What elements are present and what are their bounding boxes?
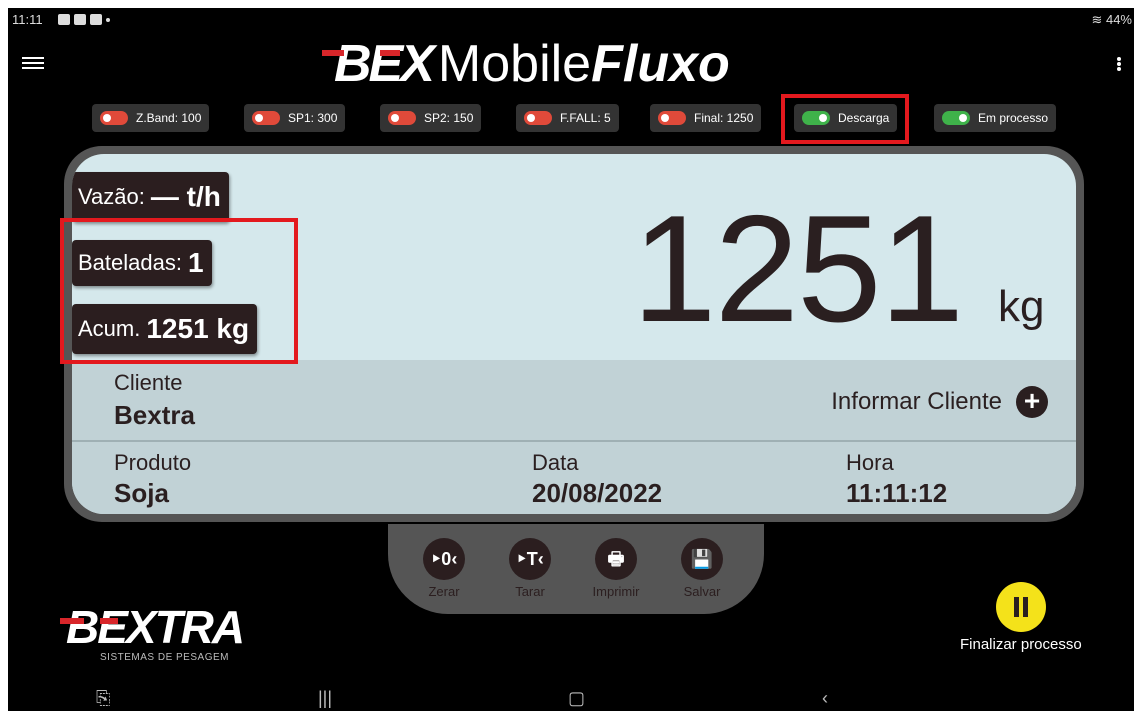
zerar-label: Zerar: [428, 584, 460, 599]
logo-red-bar: [100, 618, 118, 624]
logo-red-bar: [380, 50, 400, 56]
client-label: Cliente: [114, 370, 183, 395]
zero-icon: ‣0‹: [423, 538, 465, 580]
switch-off-icon: [524, 111, 552, 125]
wifi-icon: ≋: [1091, 12, 1106, 27]
toggle-zband[interactable]: Z.Band: 100: [92, 104, 210, 132]
status-toggles: Z.Band: 100 SP1: 300 SP2: 150 F.FALL: 5 …: [92, 104, 1092, 134]
save-icon: 💾: [681, 538, 723, 580]
toggle-label: SP2: 150: [424, 111, 474, 125]
imprimir-label: Imprimir: [592, 584, 640, 599]
app-window: 11:11 ≋ 44% BEX Mobile Fluxo Z.Band: 100…: [8, 8, 1134, 711]
zerar-button[interactable]: ‣0‹ Zerar: [409, 538, 479, 599]
hora-value: 11:11:12: [846, 478, 948, 508]
more-notifications-icon: [106, 18, 110, 22]
switch-off-icon: [388, 111, 416, 125]
video-notification-icon: [90, 14, 102, 25]
toggle-ffall[interactable]: F.FALL: 5: [516, 104, 619, 132]
produto-label: Produto: [114, 450, 192, 475]
tarar-button[interactable]: ‣T‹ Tarar: [495, 538, 565, 599]
recent-apps-icon[interactable]: |||: [318, 688, 332, 709]
informar-cliente-button[interactable]: Informar Cliente +: [831, 386, 1048, 418]
tarar-label: Tarar: [515, 584, 545, 599]
toggle-label: Final: 1250: [694, 111, 754, 125]
home-icon[interactable]: ▢: [568, 688, 585, 709]
bextra-logo-name: BEXTRA: [60, 600, 245, 654]
vazao-pill: Vazão: — t/h: [72, 172, 229, 222]
image-notification-icon: [58, 14, 70, 25]
toggle-em-processo[interactable]: Em processo: [934, 104, 1057, 132]
annotation-highlight-descarga: [781, 94, 909, 144]
hamburger-menu-icon[interactable]: [22, 54, 44, 72]
imprimir-button[interactable]: 🖶 Imprimir: [581, 538, 651, 599]
status-bar: 11:11 ≋ 44%: [8, 8, 1134, 32]
weight-unit: kg: [998, 282, 1045, 331]
client-value: Bextra: [114, 400, 195, 430]
toggle-sp2[interactable]: SP2: 150: [380, 104, 482, 132]
logo-red-bar: [322, 50, 344, 56]
switch-on-icon: [942, 111, 970, 125]
finalizar-processo-label[interactable]: Finalizar processo: [960, 636, 1082, 653]
action-tray: ‣0‹ Zerar ‣T‹ Tarar 🖶 Imprimir 💾 Salvar: [388, 524, 764, 614]
details-row: Produto Soja Data 20/08/2022 Hora 11:11:…: [72, 442, 1076, 514]
informar-cliente-label: Informar Cliente: [831, 388, 1002, 415]
annotation-highlight-stats: [60, 218, 298, 364]
client-row: Cliente Bextra Informar Cliente +: [72, 360, 1076, 442]
pause-icon-bar: [1014, 597, 1019, 617]
pause-icon-bar: [1023, 597, 1028, 617]
more-options-icon[interactable]: [1116, 56, 1122, 76]
bextra-logo: BEXTRA SISTEMAS DE PESAGEM: [60, 600, 245, 663]
toggle-sp1[interactable]: SP1: 300: [244, 104, 346, 132]
printer-icon: 🖶: [595, 538, 637, 580]
salvar-label: Salvar: [683, 584, 721, 599]
switch-off-icon: [100, 111, 128, 125]
logo-fluxo: Fluxo: [591, 35, 730, 93]
vazao-label: Vazão:: [78, 184, 145, 209]
app-logo: BEX Mobile Fluxo: [322, 34, 730, 94]
plus-circle-icon: +: [1016, 386, 1048, 418]
battery-level: 44%: [1105, 12, 1132, 27]
produto-value: Soja: [114, 478, 169, 508]
salvar-button[interactable]: 💾 Salvar: [667, 538, 737, 599]
logo-mobile: Mobile: [437, 35, 592, 93]
bextra-logo-text: BEXTRA: [66, 601, 245, 653]
logo-red-bar: [60, 618, 84, 624]
toggle-label: SP1: 300: [288, 111, 338, 125]
battery-status: ≋ 44%: [1091, 8, 1132, 32]
android-nav-bar: ⎘ ||| ▢ ‹: [8, 684, 1134, 711]
assistant-icon[interactable]: ⎘: [96, 688, 110, 709]
toggle-label: F.FALL: 5: [560, 111, 611, 125]
switch-off-icon: [658, 111, 686, 125]
switch-off-icon: [252, 111, 280, 125]
logo-bex-text: BEX: [334, 35, 435, 93]
toggle-final[interactable]: Final: 1250: [650, 104, 762, 132]
toggle-label: Em processo: [978, 111, 1049, 125]
weight-value: 1251: [632, 184, 964, 354]
data-label: Data: [532, 450, 579, 475]
notification-icons: [58, 14, 110, 25]
vazao-value: — t/h: [150, 181, 221, 212]
back-icon[interactable]: ‹: [822, 688, 828, 709]
data-value: 20/08/2022: [532, 478, 663, 508]
pause-button[interactable]: [996, 582, 1046, 632]
toggle-label: Z.Band: 100: [136, 111, 202, 125]
status-time: 11:11: [12, 12, 43, 27]
app-notification-icon: [74, 14, 86, 25]
hora-label: Hora: [846, 450, 894, 475]
logo-bex: BEX: [322, 34, 435, 94]
tare-icon: ‣T‹: [509, 538, 551, 580]
